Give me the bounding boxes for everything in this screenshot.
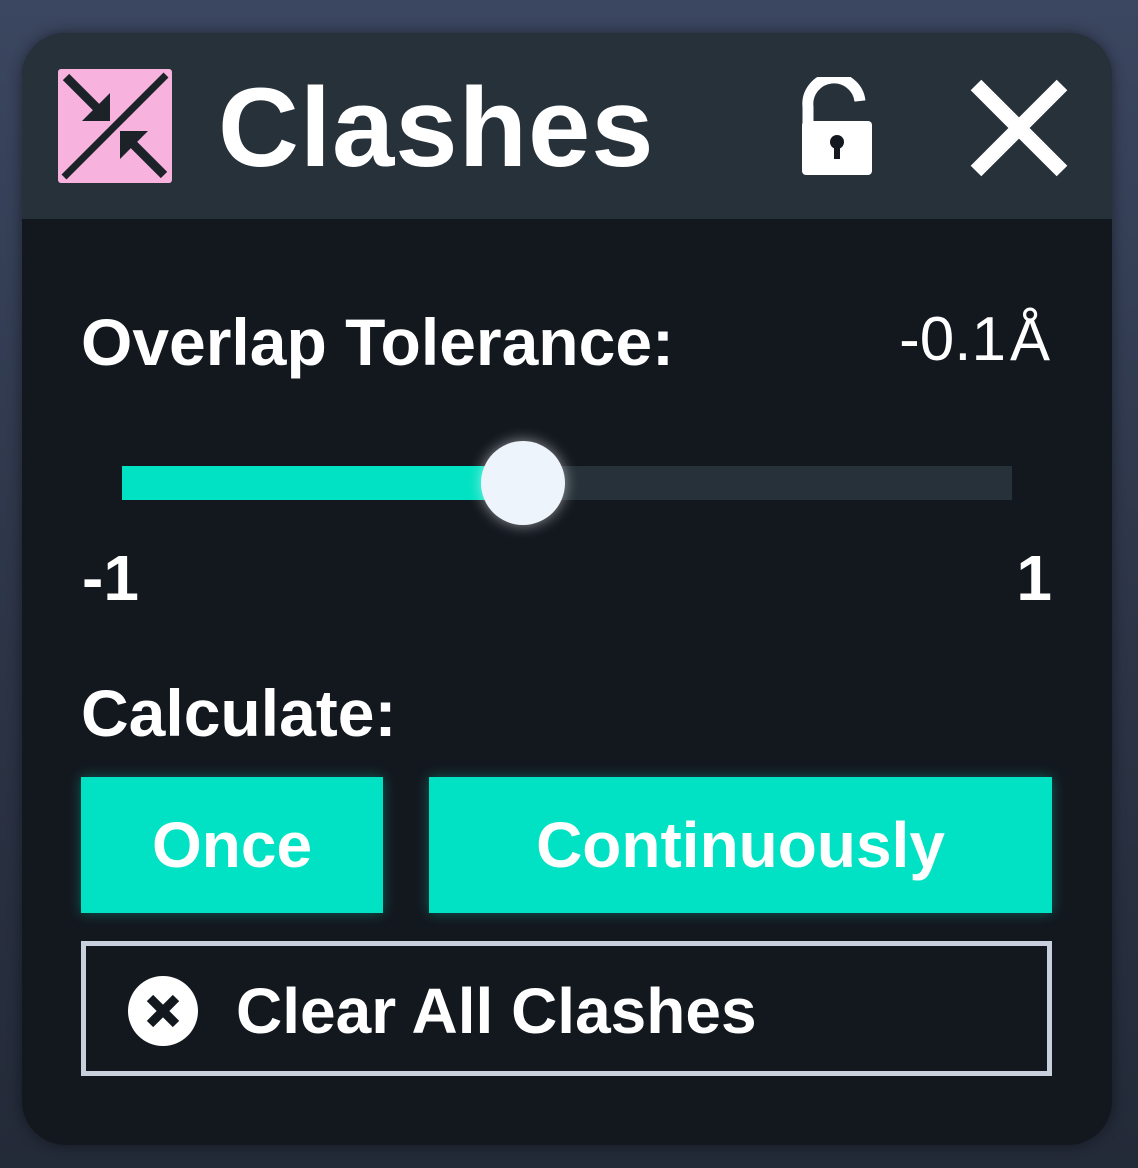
calculate-label: Calculate: — [81, 676, 397, 750]
clear-all-clashes-button[interactable]: Clear All Clashes — [81, 941, 1052, 1076]
slider-fill — [122, 466, 523, 500]
continuously-button-label: Continuously — [536, 809, 945, 881]
once-button-label: Once — [151, 809, 313, 881]
slider-max-label: 1 — [1016, 542, 1052, 614]
clear-all-clashes-label: Clear All Clashes — [236, 975, 757, 1047]
unlock-icon — [802, 72, 872, 175]
slider-min-label: -1 — [82, 542, 139, 614]
close-button[interactable] — [964, 73, 1074, 183]
clashes-panel: Clashes Overlap Tolerance: -0.1Å -1 1 Ca… — [22, 33, 1112, 1145]
lock-button[interactable] — [792, 72, 882, 177]
calculate-continuously-button[interactable]: Continuously — [429, 777, 1052, 913]
clashes-icon — [58, 69, 172, 183]
panel-title: Clashes — [218, 65, 655, 190]
overlap-tolerance-value: -0.1Å — [899, 305, 1050, 375]
overlap-tolerance-slider[interactable] — [122, 441, 1012, 525]
slider-thumb[interactable] — [480, 441, 565, 525]
calculate-once-button[interactable]: Once — [81, 777, 383, 913]
panel-header: Clashes — [22, 33, 1112, 219]
close-icon — [970, 79, 1068, 177]
clear-x-circle-icon — [128, 976, 198, 1046]
tolerance-value-number: -0.1 — [899, 305, 1006, 374]
overlap-tolerance-label: Overlap Tolerance: — [81, 305, 675, 379]
tolerance-unit: Å — [1009, 306, 1050, 373]
